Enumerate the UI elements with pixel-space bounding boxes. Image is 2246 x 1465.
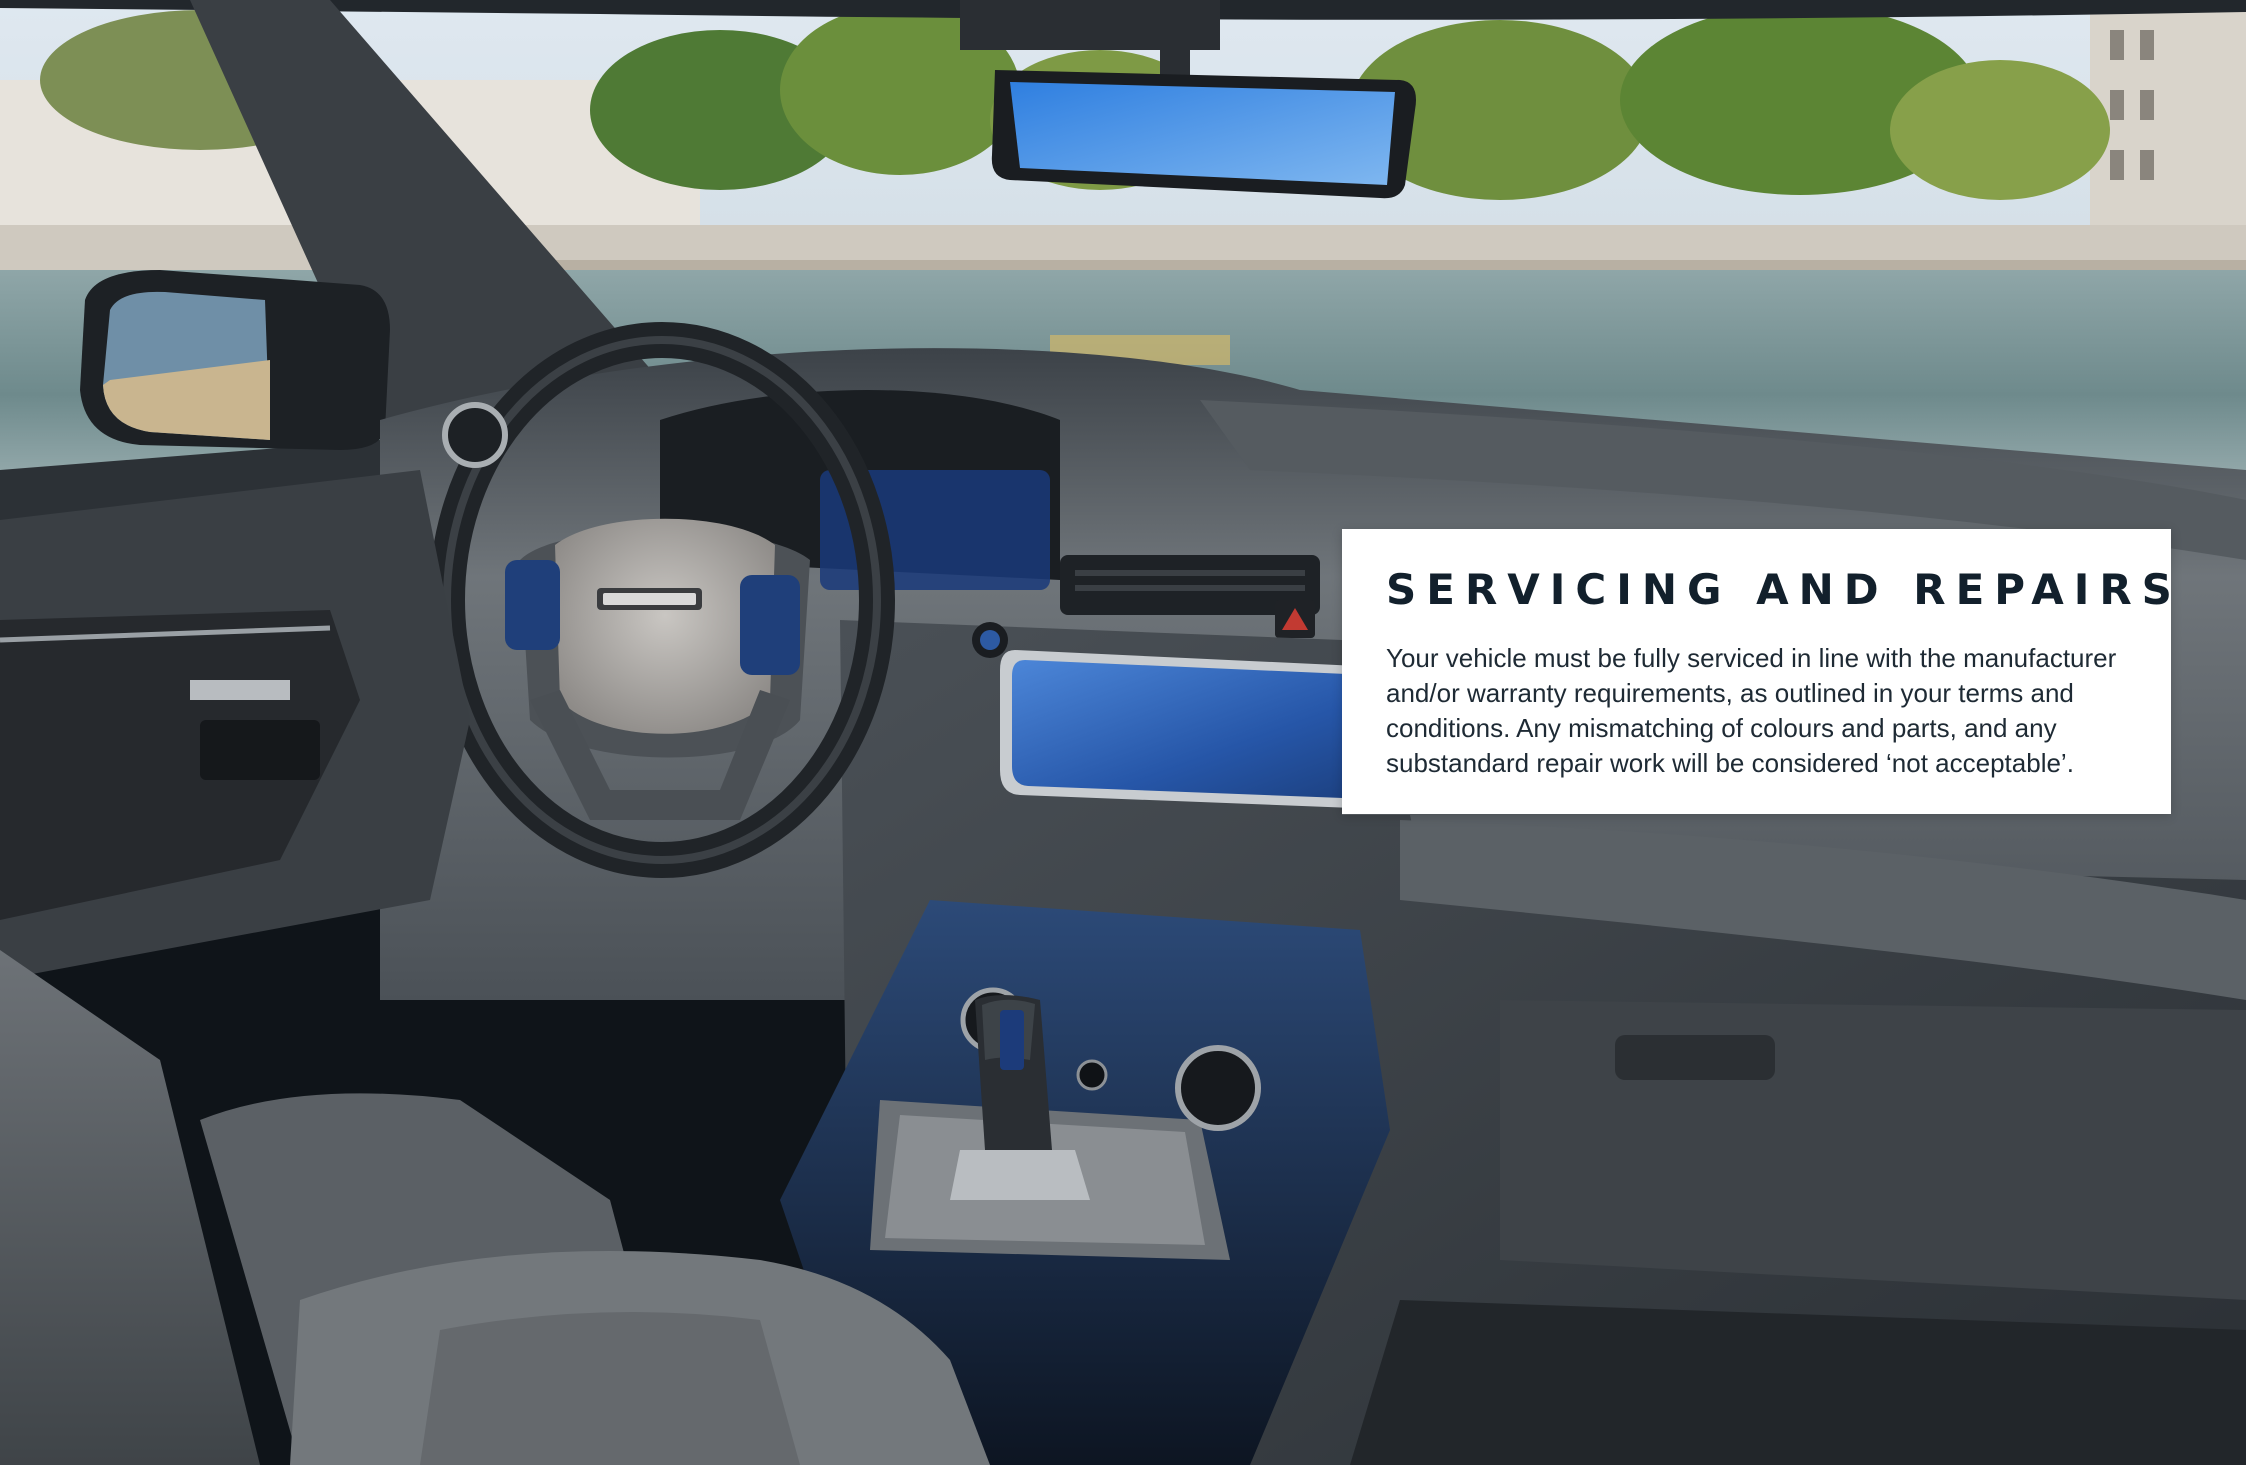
panel-title: SERVICING AND REPAIRS [1386,565,2182,614]
servicing-info-panel: SERVICING AND REPAIRS Your vehicle must … [1342,529,2182,814]
panel-body: Your vehicle must be fully serviced in l… [1386,643,2117,778]
